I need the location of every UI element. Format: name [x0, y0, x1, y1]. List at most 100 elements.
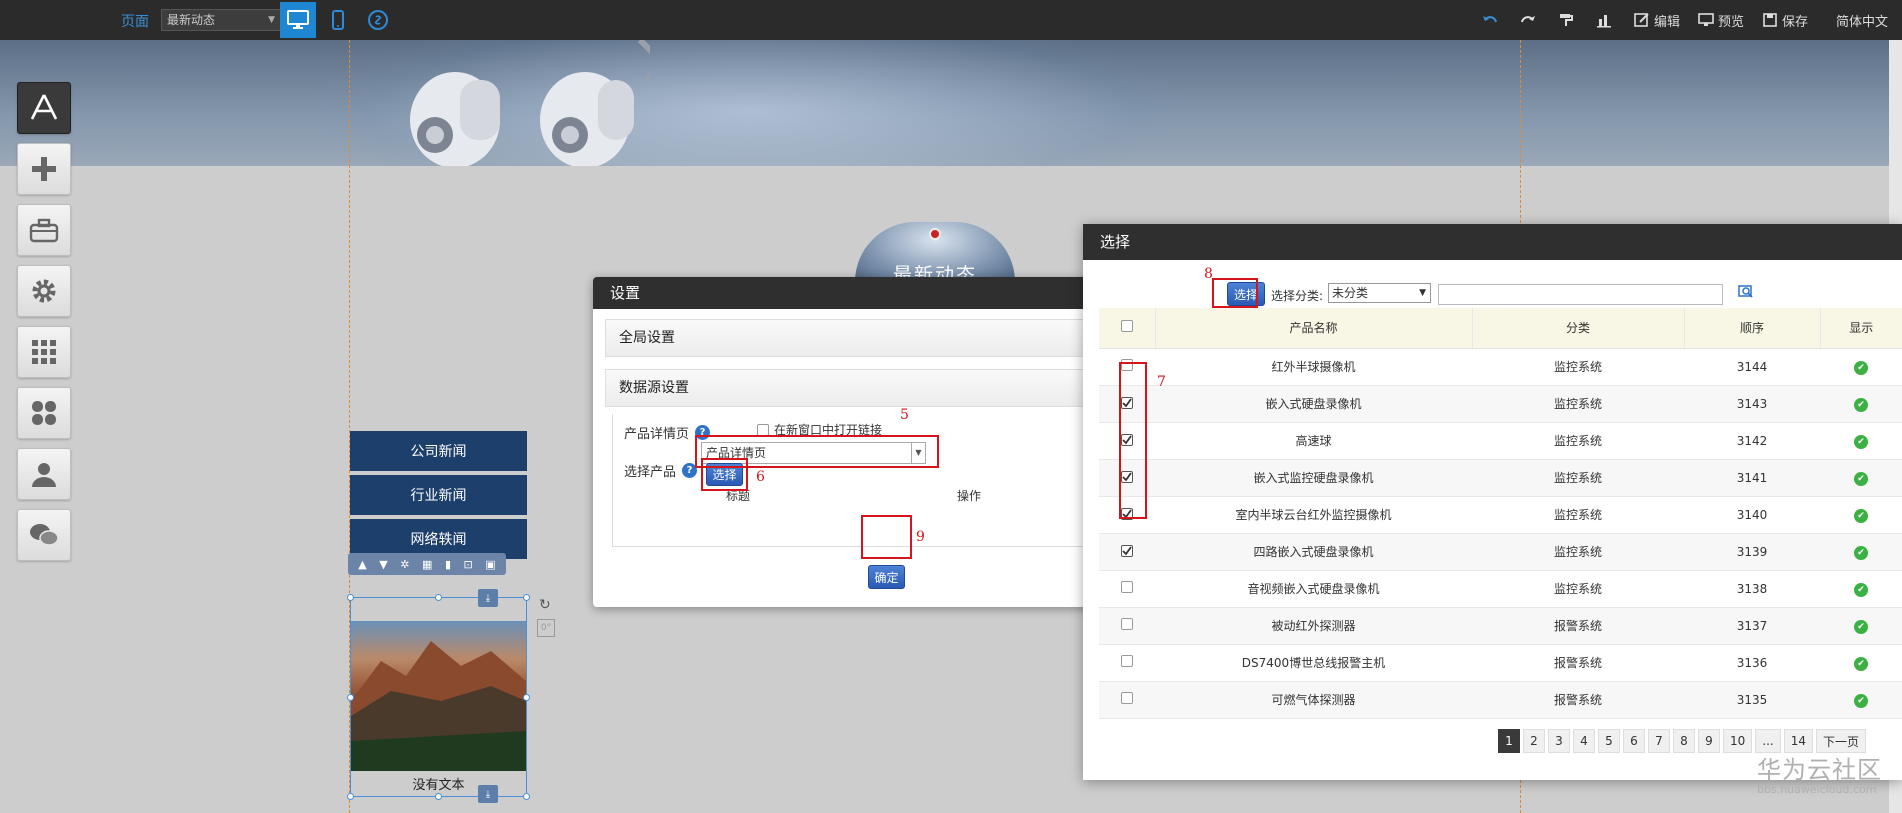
image-widget[interactable]: 没有文本 ⤓ ⤓: [347, 589, 530, 803]
page-button[interactable]: 3: [1548, 729, 1570, 753]
category-select[interactable]: 未分类 ▼: [1328, 283, 1431, 303]
page-button[interactable]: 8: [1673, 729, 1695, 753]
sidebar-item-plugins[interactable]: [17, 387, 71, 439]
watermark-url: bbs.huaweicloud.com: [1757, 783, 1877, 796]
check-circle-icon[interactable]: ✔: [1854, 582, 1868, 597]
undo-button[interactable]: [1482, 13, 1502, 27]
save-button[interactable]: 保存: [1762, 11, 1808, 30]
redo-button[interactable]: [1520, 13, 1540, 27]
app-store-icon: [30, 94, 58, 120]
resize-handle[interactable]: [347, 594, 354, 601]
table-row[interactable]: 高速球 监控系统 3142 ✔: [1099, 422, 1902, 460]
mobile-view-button[interactable]: [320, 2, 356, 38]
sidebar-item-modules[interactable]: [17, 326, 71, 378]
phone-icon: [332, 10, 344, 30]
settings-dialog-title: 设置: [593, 277, 1113, 309]
resize-handle[interactable]: [347, 793, 354, 800]
check-circle-icon[interactable]: ✔: [1854, 471, 1868, 486]
table-row[interactable]: 四路嵌入式硬盘录像机 监控系统 3139 ✔: [1099, 533, 1902, 571]
move-up-icon[interactable]: ▲: [358, 558, 366, 571]
row-checkbox[interactable]: [1121, 544, 1133, 557]
rotate-icon[interactable]: 0°: [537, 619, 555, 637]
table-row[interactable]: 嵌入式监控硬盘录像机 监控系统 3141 ✔: [1099, 459, 1902, 497]
table-row[interactable]: 可燃气体探测器 报警系统 3135 ✔: [1099, 681, 1902, 719]
check-circle-icon[interactable]: ✔: [1854, 360, 1868, 375]
format-button[interactable]: [1558, 12, 1578, 28]
product-rows: 红外半球摄像机 监控系统 3144 ✔ 嵌入式硬盘录像机 监控系统 3143 ✔ 高速球 监控系统…: [1099, 348, 1902, 719]
page-button[interactable]: 10: [1723, 729, 1753, 753]
sidebar-item-toolbox[interactable]: [17, 204, 71, 256]
row-checkbox[interactable]: [1121, 692, 1133, 704]
row-checkbox[interactable]: [1121, 618, 1133, 630]
lock-icon[interactable]: ⊡: [464, 558, 473, 571]
product-name-cell: 嵌入式硬盘录像机: [1155, 385, 1472, 423]
image-caption: 没有文本: [412, 778, 465, 793]
page-button[interactable]: 7: [1648, 729, 1670, 753]
checkbox[interactable]: [757, 423, 769, 436]
search-input[interactable]: [1438, 284, 1723, 305]
resize-handle[interactable]: [435, 594, 442, 601]
page-select[interactable]: 最新动态 ▼: [161, 9, 281, 31]
desktop-view-button[interactable]: [280, 2, 316, 38]
resize-handle[interactable]: [435, 793, 442, 800]
global-settings-panel[interactable]: 全局设置: [605, 319, 1101, 357]
settings-dialog: 设置 全局设置 数据源设置 产品详情页 ? 在新窗口中打开链接 产品详情页 ▼ …: [593, 277, 1113, 607]
annotation-number: 9: [916, 529, 925, 545]
edit-button[interactable]: 编辑: [1634, 11, 1680, 30]
table-row[interactable]: 红外半球摄像机 监控系统 3144 ✔: [1099, 348, 1902, 386]
table-row[interactable]: 室内半球云台红外监控摄像机 监控系统 3140 ✔: [1099, 496, 1902, 534]
preview-button[interactable]: 预览: [1698, 11, 1744, 30]
row-checkbox[interactable]: [1121, 581, 1133, 593]
search-icon[interactable]: [1738, 284, 1754, 300]
language-switch[interactable]: 简体中文: [1836, 11, 1888, 30]
page-button[interactable]: 5: [1598, 729, 1620, 753]
move-down-icon[interactable]: ▼: [379, 558, 387, 571]
select-all-checkbox[interactable]: [1120, 320, 1133, 333]
category-cell: 报警系统: [1472, 644, 1684, 682]
page-button[interactable]: 1: [1498, 729, 1520, 753]
page-button[interactable]: 4: [1573, 729, 1595, 753]
stats-button[interactable]: [1596, 12, 1616, 28]
gear-icon[interactable]: ✲: [400, 558, 409, 571]
bar-chart-icon: [1596, 15, 1611, 28]
resize-handle[interactable]: [523, 793, 530, 800]
anchor-top-icon[interactable]: ⤓: [478, 589, 498, 607]
sidebar-item-add[interactable]: [17, 143, 71, 195]
anchor-bottom-icon[interactable]: ⤓: [478, 785, 498, 803]
refresh-icon[interactable]: ↻: [539, 597, 551, 613]
page-button[interactable]: 9: [1698, 729, 1720, 753]
chart-icon[interactable]: ▮: [445, 558, 451, 571]
category-select-value: 未分类: [1332, 286, 1369, 300]
page-button[interactable]: 6: [1623, 729, 1645, 753]
undo-icon: [1482, 16, 1497, 23]
table-row[interactable]: DS7400博世总线报警主机 报警系统 3136 ✔: [1099, 644, 1902, 682]
resize-handle[interactable]: [523, 694, 530, 701]
sidebar-item-settings[interactable]: [17, 265, 71, 317]
trash-icon[interactable]: ▣: [485, 558, 495, 571]
table-row[interactable]: 被动红外探测器 报警系统 3137 ✔: [1099, 607, 1902, 645]
sidebar-item-wechat[interactable]: [17, 509, 71, 561]
layout-icon[interactable]: ▦: [422, 558, 432, 571]
page-button[interactable]: 2: [1523, 729, 1545, 753]
datasource-settings-panel[interactable]: 数据源设置: [605, 369, 1101, 407]
ok-button[interactable]: 确定: [868, 565, 905, 589]
wap-view-button[interactable]: [360, 2, 396, 38]
check-circle-icon[interactable]: ✔: [1854, 397, 1868, 412]
check-circle-icon[interactable]: ✔: [1854, 434, 1868, 449]
sidebar-item-member[interactable]: [17, 448, 71, 500]
row-checkbox[interactable]: [1121, 655, 1133, 667]
resize-handle[interactable]: [347, 694, 354, 701]
order-cell: 3142: [1684, 422, 1820, 460]
check-circle-icon[interactable]: ✔: [1854, 693, 1868, 708]
check-circle-icon[interactable]: ✔: [1854, 619, 1868, 634]
menu-item-industry-news[interactable]: 行业新闻: [350, 475, 527, 515]
resize-handle[interactable]: [523, 594, 530, 601]
sidebar-item-apps[interactable]: [17, 82, 71, 134]
check-circle-icon[interactable]: ✔: [1854, 656, 1868, 671]
check-circle-icon[interactable]: ✔: [1854, 545, 1868, 560]
menu-item-company-news[interactable]: 公司新闻: [350, 431, 527, 471]
check-circle-icon[interactable]: ✔: [1854, 508, 1868, 523]
annotation-number: 5: [900, 407, 909, 423]
table-row[interactable]: 音视频嵌入式硬盘录像机 监控系统 3138 ✔: [1099, 570, 1902, 608]
table-row[interactable]: 嵌入式硬盘录像机 监控系统 3143 ✔: [1099, 385, 1902, 423]
